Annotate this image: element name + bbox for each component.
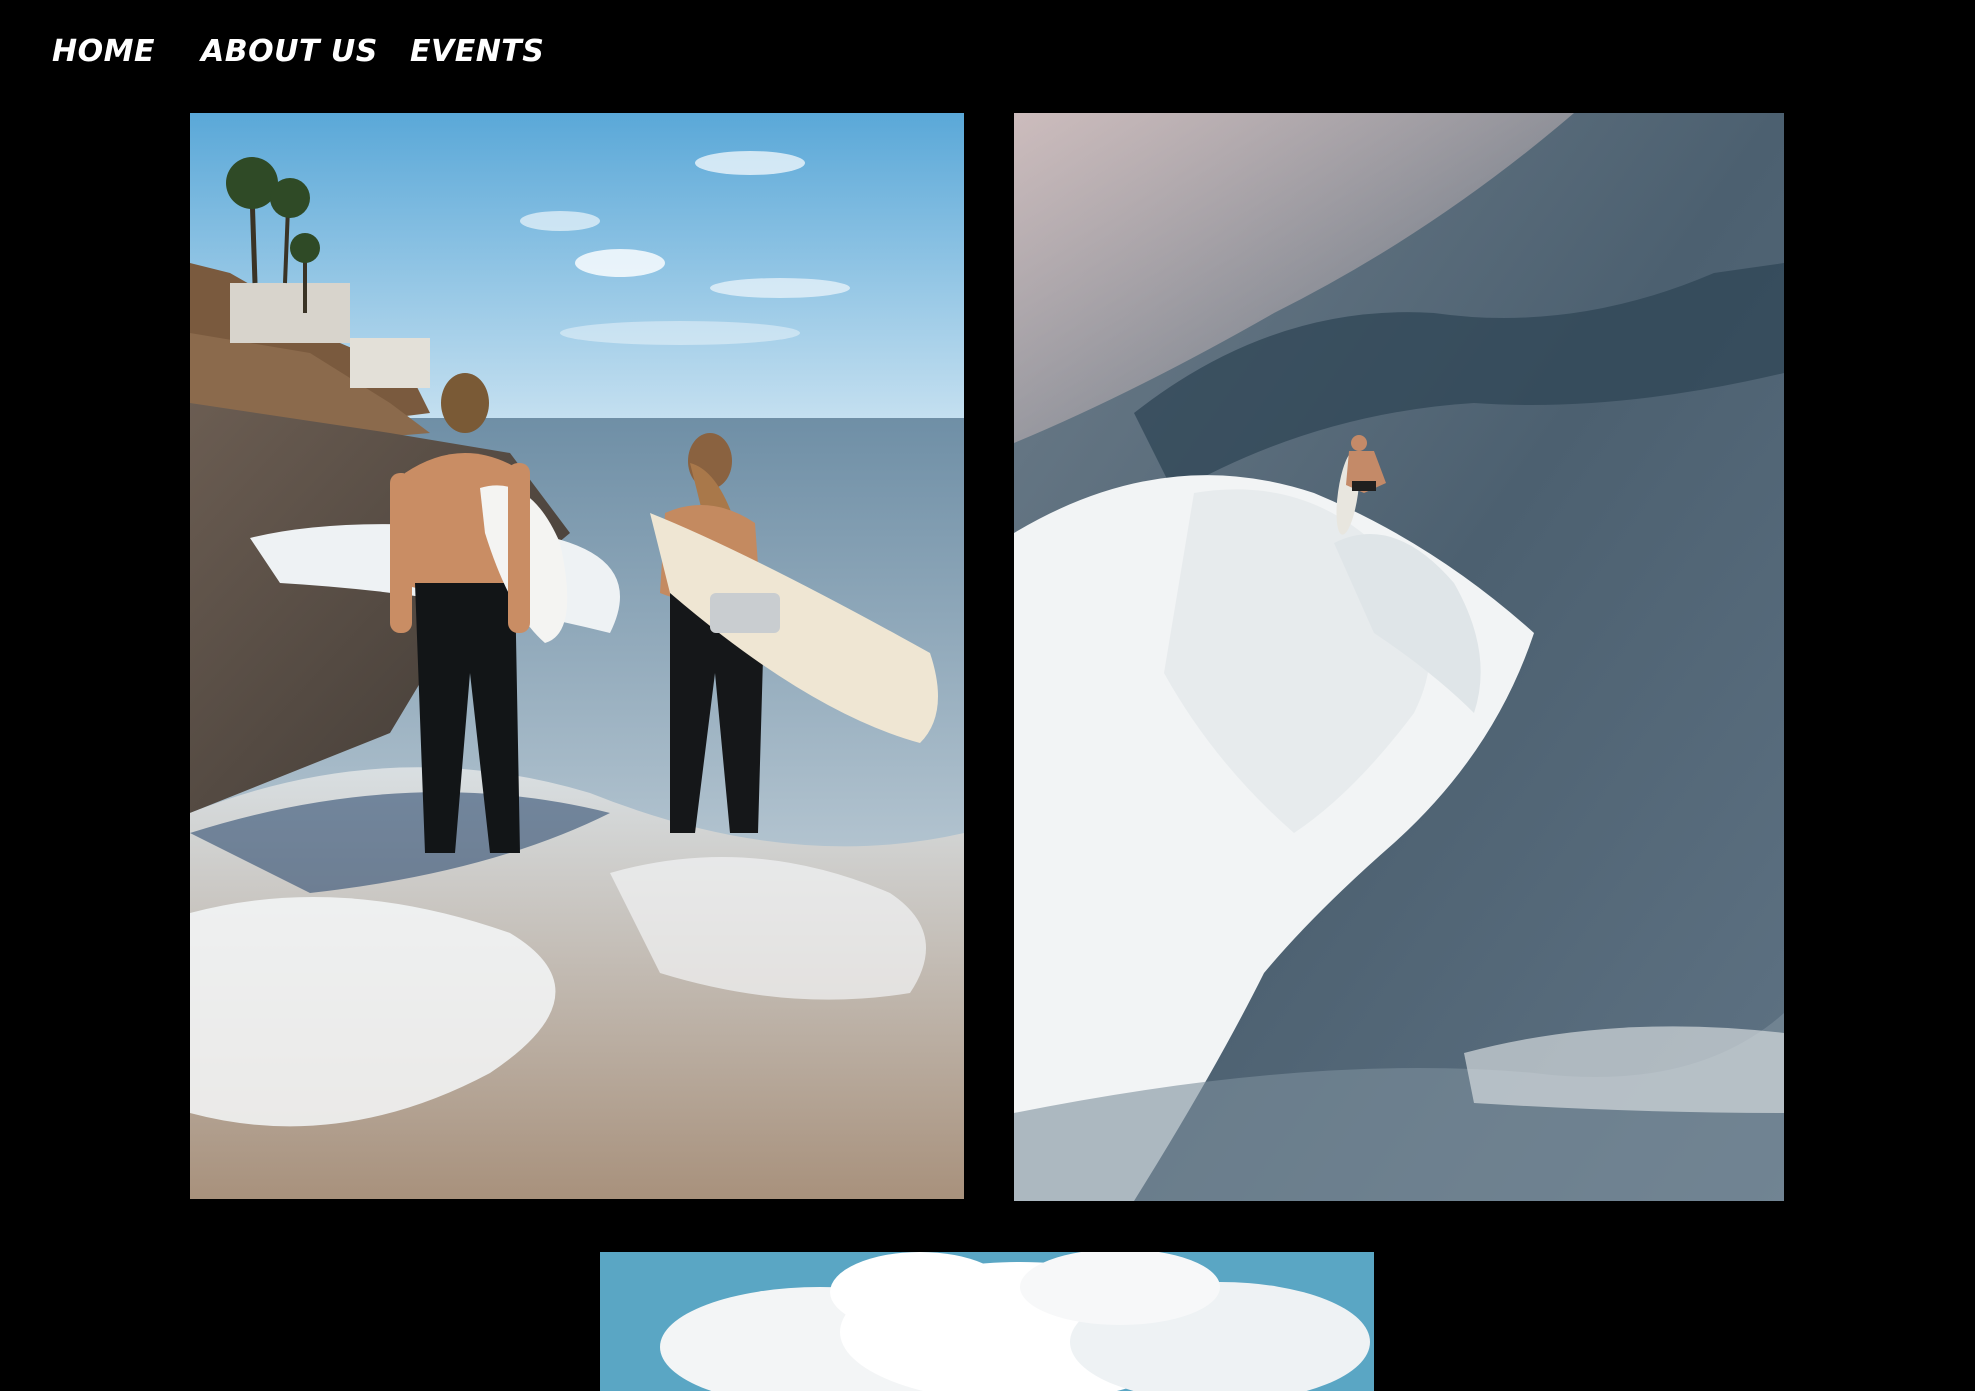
gallery-photo-surfer-wave[interactable] xyxy=(1014,113,1784,1201)
nav-home-link[interactable]: HOME xyxy=(52,34,155,69)
surfer-wave-image xyxy=(1014,113,1784,1201)
surfers-beach-image xyxy=(190,113,964,1199)
nav-about-us-link[interactable]: ABOUT US xyxy=(201,34,378,69)
nav-events-link[interactable]: EVENTS xyxy=(410,34,544,69)
gallery-photo-surfers-beach[interactable] xyxy=(190,113,964,1199)
clouds-image xyxy=(600,1252,1374,1391)
gallery-photo-clouds[interactable] xyxy=(600,1252,1374,1391)
main-navigation: HOME ABOUT US EVENTS xyxy=(0,0,1975,110)
